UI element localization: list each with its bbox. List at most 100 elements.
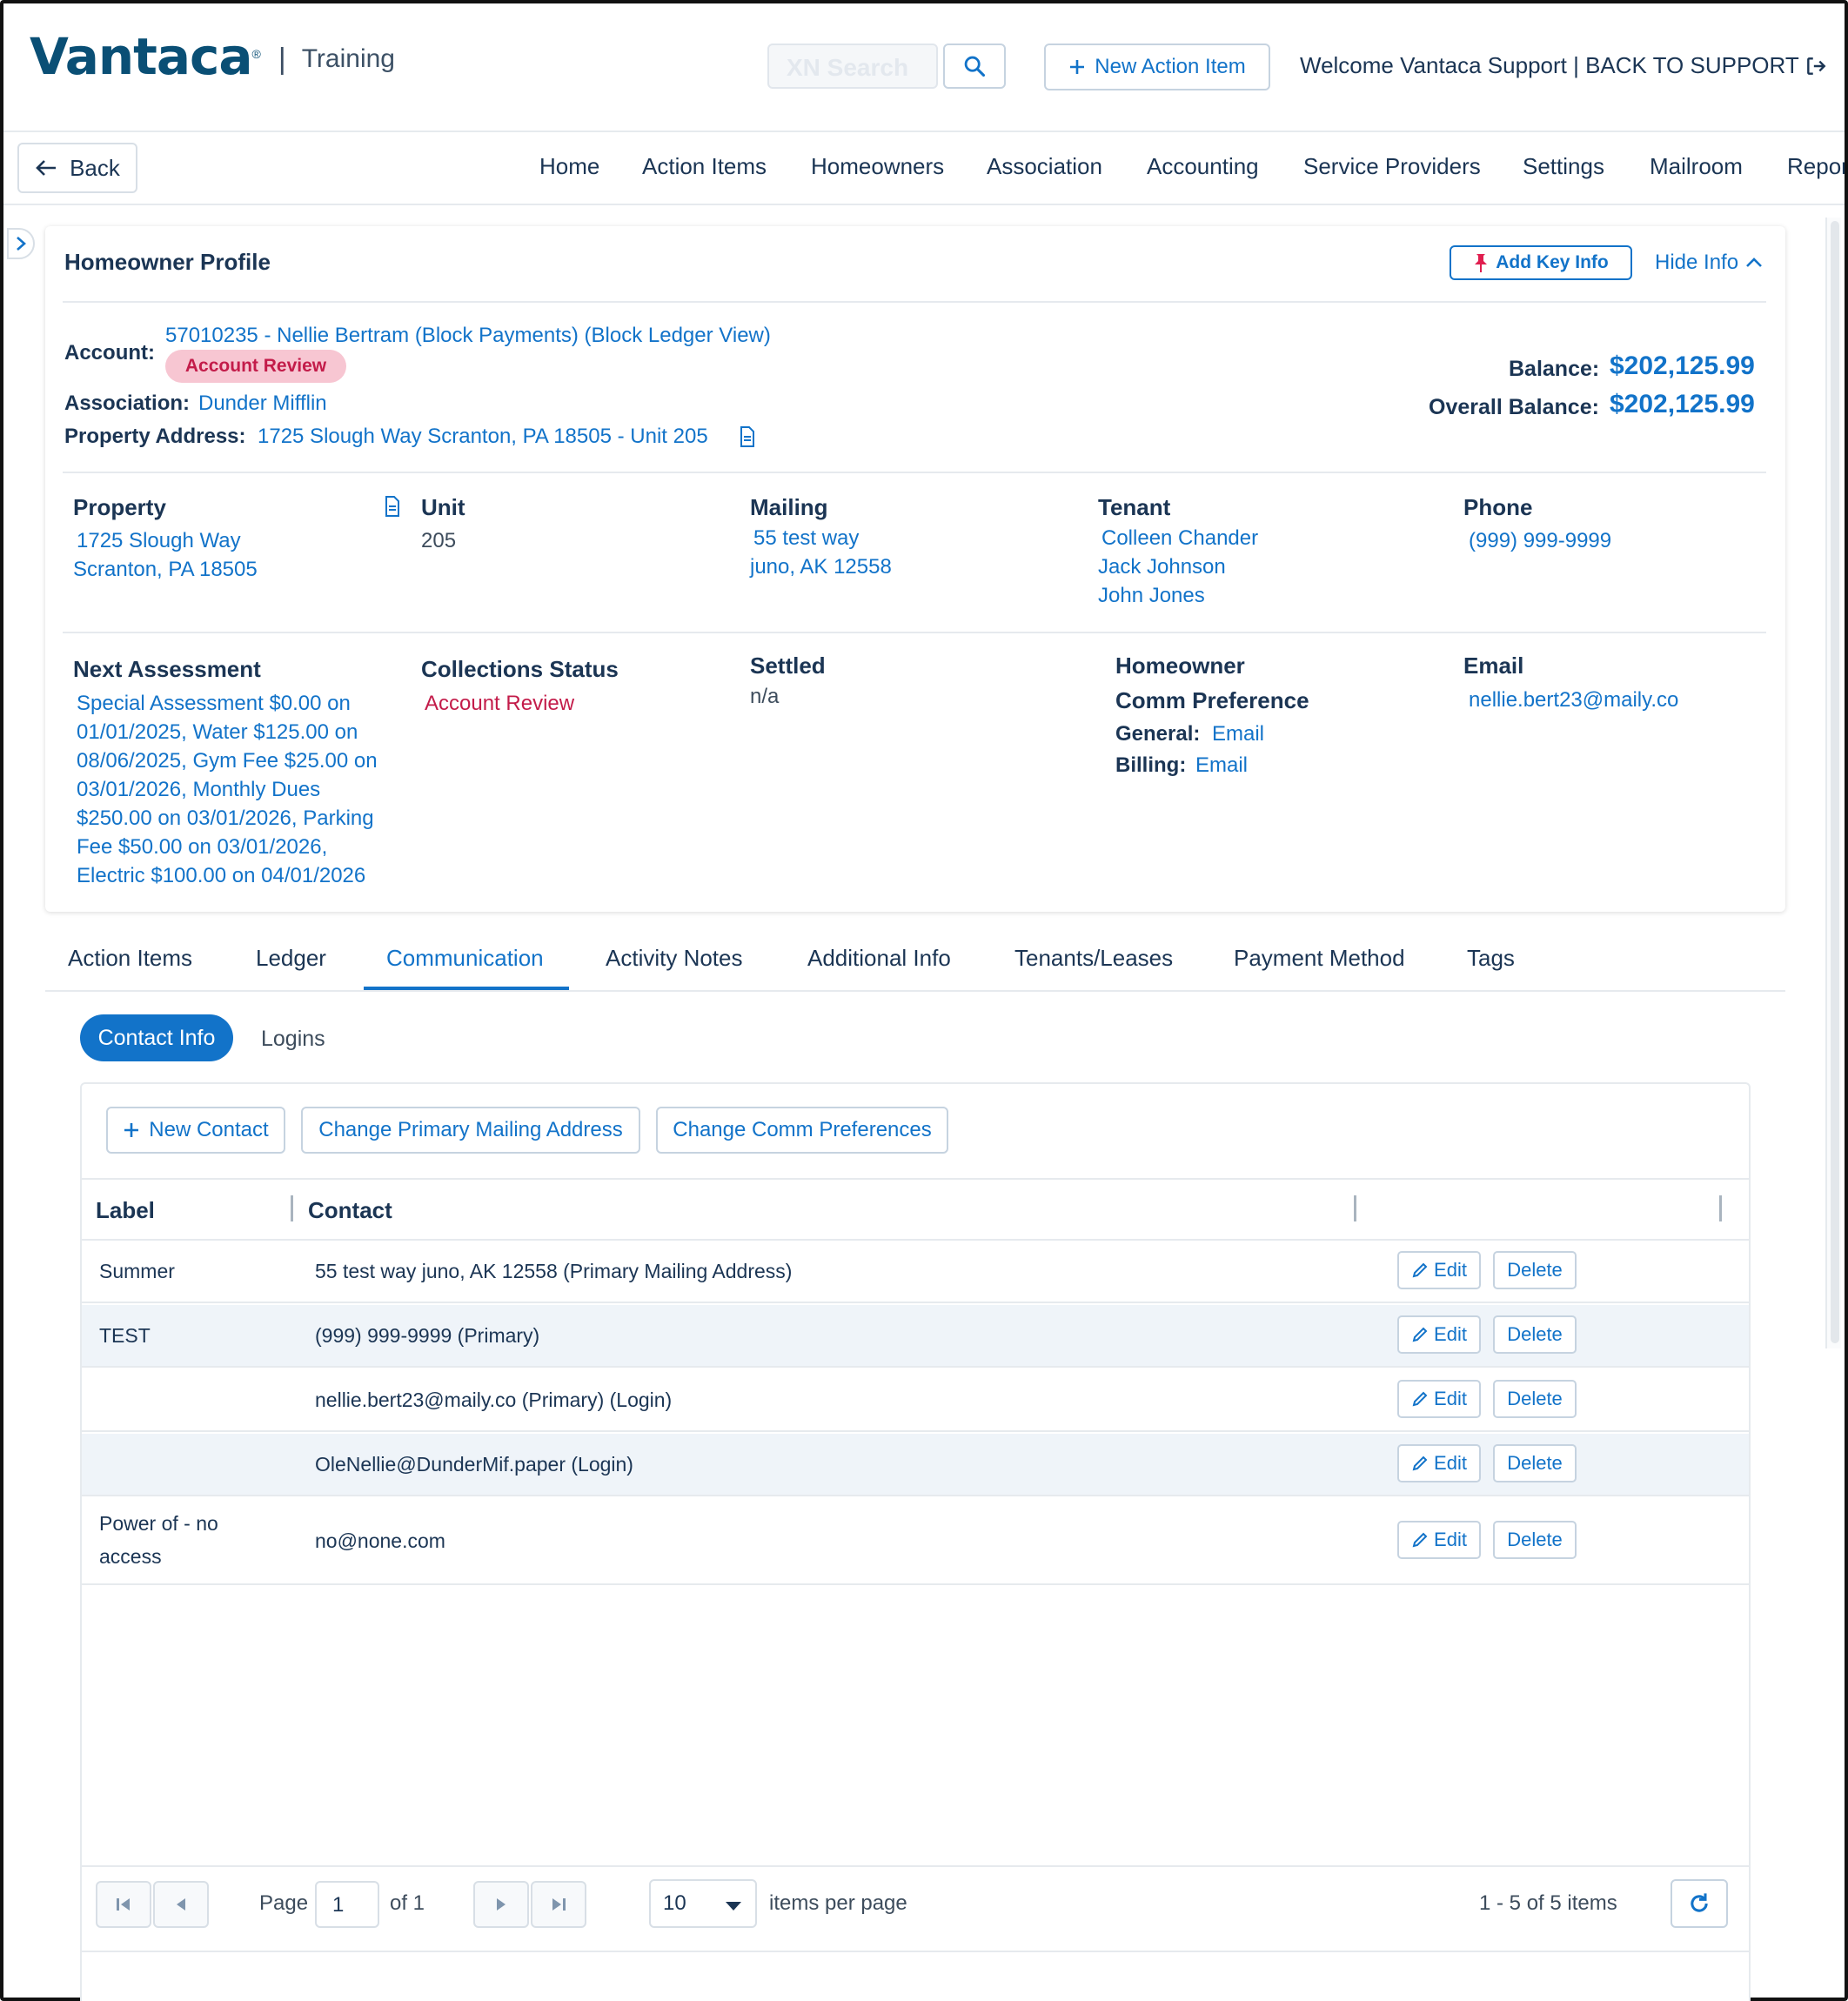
assessment-line: Fee $50.00 on 03/01/2026, <box>77 835 328 859</box>
tab-tags[interactable]: Tags <box>1467 945 1515 972</box>
first-page-button[interactable] <box>96 1881 151 1928</box>
next-page-icon <box>497 1898 506 1911</box>
page-size-select[interactable]: 10 <box>649 1879 757 1928</box>
assessment-line: 08/06/2025, Gym Fee $25.00 on <box>77 749 378 773</box>
pencil-icon <box>1412 1456 1428 1471</box>
property-address-label: Property Address: <box>64 425 246 448</box>
logout-icon <box>1806 57 1826 75</box>
comm-billing-value[interactable]: Email <box>1195 753 1248 778</box>
new-contact-button[interactable]: New Contact <box>106 1107 285 1154</box>
tab-additional-info[interactable]: Additional Info <box>807 945 951 972</box>
delete-button[interactable]: Delete <box>1493 1521 1577 1559</box>
profile-divider <box>63 632 1766 633</box>
previous-page-button[interactable] <box>153 1881 209 1928</box>
refresh-button[interactable] <box>1671 1879 1728 1928</box>
delete-button[interactable]: Delete <box>1493 1380 1577 1418</box>
tab-communication[interactable]: Communication <box>386 945 544 972</box>
document-icon[interactable] <box>740 426 755 447</box>
previous-page-icon <box>177 1898 185 1911</box>
nav-home[interactable]: Home <box>539 153 599 180</box>
nav-homeowners[interactable]: Homeowners <box>811 153 944 180</box>
change-primary-mailing-button[interactable]: Change Primary Mailing Address <box>301 1107 640 1154</box>
tab-action-items[interactable]: Action Items <box>68 945 192 972</box>
comm-general-value[interactable]: Email <box>1212 722 1264 746</box>
mailing-heading: Mailing <box>750 494 828 520</box>
new-action-item-button[interactable]: New Action Item <box>1044 44 1270 90</box>
header-divider <box>3 130 1845 132</box>
column-resize-handle[interactable] <box>1719 1195 1722 1221</box>
page-count: of 1 <box>390 1891 425 1915</box>
account-status-badge: Account Review <box>165 350 346 383</box>
row-contact: no@none.com <box>315 1529 445 1552</box>
page-number-input[interactable]: 1 <box>315 1881 379 1928</box>
nav-action-items[interactable]: Action Items <box>642 153 767 180</box>
next-page-button[interactable] <box>473 1881 529 1928</box>
brand-logo[interactable]: Vantaca ® | Training <box>30 21 395 87</box>
profile-divider <box>63 301 1766 303</box>
edit-label: Edit <box>1434 1529 1467 1550</box>
property-heading: Property <box>73 494 166 520</box>
xn-search-input[interactable]: XN Search <box>767 44 938 89</box>
last-page-button[interactable] <box>531 1881 586 1928</box>
edit-button[interactable]: Edit <box>1397 1315 1481 1354</box>
column-resize-handle[interactable] <box>291 1195 293 1221</box>
edit-button[interactable]: Edit <box>1397 1444 1481 1482</box>
subtab-logins[interactable]: Logins <box>261 1027 325 1052</box>
row-contact: nellie.bert23@maily.co (Primary) (Login) <box>315 1389 673 1411</box>
account-link[interactable]: 57010235 - Nellie Bertram (Block Payment… <box>165 324 771 348</box>
tab-ledger[interactable]: Ledger <box>256 945 326 972</box>
edit-button[interactable]: Edit <box>1397 1251 1481 1289</box>
row-label: access <box>99 1545 162 1568</box>
document-icon[interactable] <box>385 496 400 517</box>
column-header-label[interactable]: Label <box>96 1197 155 1224</box>
change-comm-preferences-button[interactable]: Change Comm Preferences <box>656 1107 948 1154</box>
welcome-back-to-support-link[interactable]: Welcome Vantaca Support | BACK TO SUPPOR… <box>1300 52 1827 79</box>
pencil-icon <box>1412 1391 1428 1407</box>
edit-button[interactable]: Edit <box>1397 1380 1481 1418</box>
tab-tenants-leases[interactable]: Tenants/Leases <box>1014 945 1173 972</box>
property-line1[interactable]: 1725 Slough Way <box>77 526 241 555</box>
column-header-contact[interactable]: Contact <box>308 1197 392 1224</box>
nav-accounting[interactable]: Accounting <box>1147 153 1259 180</box>
row-contact: (999) 999-9999 (Primary) <box>315 1324 540 1347</box>
plus-icon <box>1070 60 1085 74</box>
add-key-info-button[interactable]: Add Key Info <box>1450 245 1632 280</box>
delete-button[interactable]: Delete <box>1493 1251 1577 1289</box>
page-scrollbar[interactable] <box>1825 218 1841 1348</box>
tenant-name[interactable]: John Jones <box>1098 581 1205 610</box>
nav-settings[interactable]: Settings <box>1523 153 1604 180</box>
brand-wordmark: Vantaca <box>30 27 253 86</box>
association-link[interactable]: Dunder Mifflin <box>198 392 327 416</box>
nav-service-providers[interactable]: Service Providers <box>1303 153 1481 180</box>
phone-value[interactable]: (999) 999-9999 <box>1469 526 1611 555</box>
active-tab-indicator <box>364 987 569 990</box>
property-line2[interactable]: Scranton, PA 18505 <box>73 555 258 584</box>
nav-association[interactable]: Association <box>987 153 1102 180</box>
email-value[interactable]: nellie.bert23@maily.co <box>1469 686 1678 714</box>
search-button[interactable] <box>943 44 1006 89</box>
settled-heading: Settled <box>750 652 826 679</box>
tenant-name[interactable]: Colleen Chander <box>1101 524 1258 552</box>
nav-mailroom[interactable]: Mailroom <box>1650 153 1743 180</box>
nav-reports[interactable]: Reports <box>1787 153 1845 180</box>
registered-mark: ® <box>251 47 261 61</box>
mailing-line1[interactable]: 55 test way <box>753 524 859 552</box>
tab-payment-method[interactable]: Payment Method <box>1234 945 1405 972</box>
delete-button[interactable]: Delete <box>1493 1444 1577 1482</box>
comm-general-label: General: <box>1115 722 1201 746</box>
property-address-link[interactable]: 1725 Slough Way Scranton, PA 18505 - Uni… <box>258 425 708 449</box>
subtab-contact-info[interactable]: Contact Info <box>80 1014 233 1061</box>
chevron-up-icon <box>1746 258 1762 267</box>
email-heading: Email <box>1463 652 1524 679</box>
edit-button[interactable]: Edit <box>1397 1521 1481 1559</box>
mailing-line2[interactable]: juno, AK 12558 <box>750 552 892 581</box>
first-page-icon <box>117 1898 130 1911</box>
items-per-page-label: items per page <box>769 1891 907 1915</box>
tab-activity-notes[interactable]: Activity Notes <box>606 945 743 972</box>
delete-button[interactable]: Delete <box>1493 1315 1577 1354</box>
scrollbar-thumb[interactable] <box>1831 221 1839 1343</box>
column-resize-handle[interactable] <box>1354 1195 1356 1221</box>
tenant-name[interactable]: Jack Johnson <box>1098 552 1226 581</box>
settled-value: n/a <box>750 685 780 708</box>
hide-info-toggle[interactable]: Hide Info <box>1655 251 1763 275</box>
